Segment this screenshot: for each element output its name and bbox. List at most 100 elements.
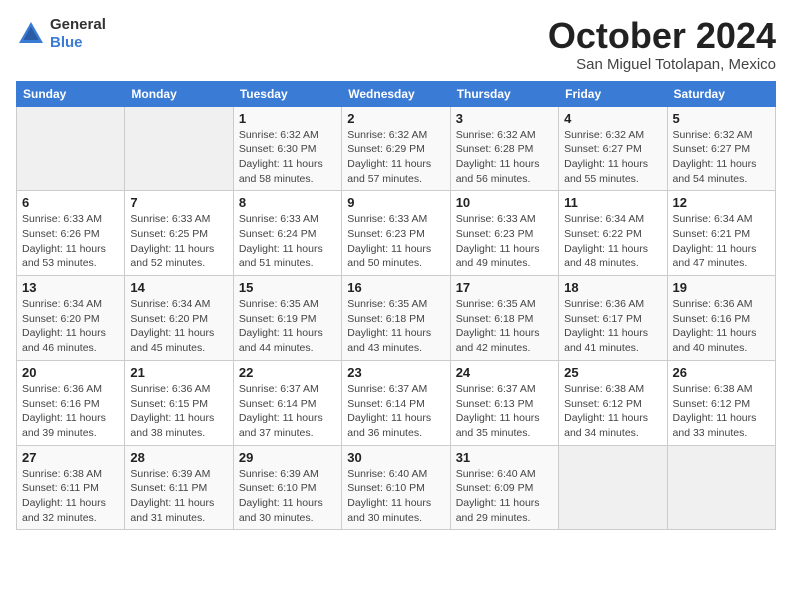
- day-info: Sunrise: 6:36 AM Sunset: 6:16 PM Dayligh…: [673, 297, 770, 356]
- day-info: Sunrise: 6:39 AM Sunset: 6:10 PM Dayligh…: [239, 467, 336, 526]
- calendar-header: SundayMondayTuesdayWednesdayThursdayFrid…: [17, 81, 776, 106]
- day-number: 3: [456, 111, 553, 126]
- day-number: 29: [239, 450, 336, 465]
- header-cell-saturday: Saturday: [667, 81, 775, 106]
- day-number: 10: [456, 195, 553, 210]
- calendar-cell: 4 Sunrise: 6:32 AM Sunset: 6:27 PM Daylig…: [559, 106, 667, 191]
- day-number: 14: [130, 280, 227, 295]
- day-info: Sunrise: 6:32 AM Sunset: 6:30 PM Dayligh…: [239, 128, 336, 187]
- day-info: Sunrise: 6:34 AM Sunset: 6:20 PM Dayligh…: [130, 297, 227, 356]
- logo-blue-text: Blue: [50, 34, 106, 52]
- day-info: Sunrise: 6:38 AM Sunset: 6:12 PM Dayligh…: [564, 382, 661, 441]
- day-info: Sunrise: 6:37 AM Sunset: 6:14 PM Dayligh…: [347, 382, 444, 441]
- day-number: 17: [456, 280, 553, 295]
- calendar-cell: 20 Sunrise: 6:36 AM Sunset: 6:16 PM Dayli…: [17, 360, 125, 445]
- header-cell-sunday: Sunday: [17, 81, 125, 106]
- day-info: Sunrise: 6:36 AM Sunset: 6:17 PM Dayligh…: [564, 297, 661, 356]
- calendar-cell: 9Sunrise: 6:33 AM Sunset: 6:23 PM Daylig…: [342, 191, 450, 276]
- day-number: 6: [22, 195, 119, 210]
- month-title: October 2024: [548, 16, 776, 56]
- calendar-cell: 10 Sunrise: 6:33 AM Sunset: 6:23 PM Dayli…: [450, 191, 558, 276]
- day-info: Sunrise: 6:32 AM Sunset: 6:27 PM Dayligh…: [564, 128, 661, 187]
- day-number: 15: [239, 280, 336, 295]
- calendar-cell: [125, 106, 233, 191]
- day-info: Sunrise: 6:35 AM Sunset: 6:18 PM Dayligh…: [347, 297, 444, 356]
- day-number: 28: [130, 450, 227, 465]
- header-cell-monday: Monday: [125, 81, 233, 106]
- day-number: 30: [347, 450, 444, 465]
- day-info: Sunrise: 6:36 AM Sunset: 6:15 PM Dayligh…: [130, 382, 227, 441]
- calendar-cell: 24 Sunrise: 6:37 AM Sunset: 6:13 PM Dayli…: [450, 360, 558, 445]
- calendar-cell: 18Sunrise: 6:36 AM Sunset: 6:17 PM Dayli…: [559, 276, 667, 361]
- day-info: Sunrise: 6:32 AM Sunset: 6:29 PM Dayligh…: [347, 128, 444, 187]
- calendar-cell: 31 Sunrise: 6:40 AM Sunset: 6:09 PM Dayli…: [450, 445, 558, 530]
- day-info: Sunrise: 6:36 AM Sunset: 6:16 PM Dayligh…: [22, 382, 119, 441]
- calendar-cell: 21 Sunrise: 6:36 AM Sunset: 6:15 PM Dayli…: [125, 360, 233, 445]
- day-number: 16: [347, 280, 444, 295]
- day-info: Sunrise: 6:32 AM Sunset: 6:27 PM Dayligh…: [673, 128, 770, 187]
- day-info: Sunrise: 6:33 AM Sunset: 6:25 PM Dayligh…: [130, 212, 227, 271]
- day-number: 11: [564, 195, 661, 210]
- day-number: 24: [456, 365, 553, 380]
- calendar-cell: 23 Sunrise: 6:37 AM Sunset: 6:14 PM Dayli…: [342, 360, 450, 445]
- day-number: 23: [347, 365, 444, 380]
- header-cell-wednesday: Wednesday: [342, 81, 450, 106]
- calendar-cell: 8Sunrise: 6:33 AM Sunset: 6:24 PM Daylig…: [233, 191, 341, 276]
- location-text: San Miguel Totolapan, Mexico: [548, 56, 776, 73]
- calendar-cell: 3 Sunrise: 6:32 AM Sunset: 6:28 PM Daylig…: [450, 106, 558, 191]
- day-info: Sunrise: 6:34 AM Sunset: 6:22 PM Dayligh…: [564, 212, 661, 271]
- day-info: Sunrise: 6:39 AM Sunset: 6:11 PM Dayligh…: [130, 467, 227, 526]
- calendar-cell: 11 Sunrise: 6:34 AM Sunset: 6:22 PM Dayli…: [559, 191, 667, 276]
- day-number: 21: [130, 365, 227, 380]
- day-info: Sunrise: 6:34 AM Sunset: 6:21 PM Dayligh…: [673, 212, 770, 271]
- calendar-cell: [17, 106, 125, 191]
- day-number: 7: [130, 195, 227, 210]
- day-info: Sunrise: 6:33 AM Sunset: 6:26 PM Dayligh…: [22, 212, 119, 271]
- day-number: 25: [564, 365, 661, 380]
- day-info: Sunrise: 6:38 AM Sunset: 6:12 PM Dayligh…: [673, 382, 770, 441]
- header-cell-tuesday: Tuesday: [233, 81, 341, 106]
- calendar-cell: 30Sunrise: 6:40 AM Sunset: 6:10 PM Dayli…: [342, 445, 450, 530]
- calendar-body: 1Sunrise: 6:32 AM Sunset: 6:30 PM Daylig…: [17, 106, 776, 530]
- title-block: October 2024 San Miguel Totolapan, Mexic…: [548, 16, 776, 73]
- day-number: 27: [22, 450, 119, 465]
- calendar-week-4: 20 Sunrise: 6:36 AM Sunset: 6:16 PM Dayli…: [17, 360, 776, 445]
- day-number: 8: [239, 195, 336, 210]
- day-info: Sunrise: 6:40 AM Sunset: 6:09 PM Dayligh…: [456, 467, 553, 526]
- calendar-cell: 7 Sunrise: 6:33 AM Sunset: 6:25 PM Daylig…: [125, 191, 233, 276]
- calendar-table: SundayMondayTuesdayWednesdayThursdayFrid…: [16, 81, 776, 531]
- day-number: 2: [347, 111, 444, 126]
- day-number: 22: [239, 365, 336, 380]
- calendar-cell: [559, 445, 667, 530]
- header-cell-friday: Friday: [559, 81, 667, 106]
- calendar-cell: 28 Sunrise: 6:39 AM Sunset: 6:11 PM Dayli…: [125, 445, 233, 530]
- calendar-cell: 1Sunrise: 6:32 AM Sunset: 6:30 PM Daylig…: [233, 106, 341, 191]
- day-info: Sunrise: 6:33 AM Sunset: 6:23 PM Dayligh…: [456, 212, 553, 271]
- calendar-week-3: 13 Sunrise: 6:34 AM Sunset: 6:20 PM Dayli…: [17, 276, 776, 361]
- calendar-cell: 14 Sunrise: 6:34 AM Sunset: 6:20 PM Dayli…: [125, 276, 233, 361]
- header-row: SundayMondayTuesdayWednesdayThursdayFrid…: [17, 81, 776, 106]
- day-info: Sunrise: 6:35 AM Sunset: 6:18 PM Dayligh…: [456, 297, 553, 356]
- day-info: Sunrise: 6:35 AM Sunset: 6:19 PM Dayligh…: [239, 297, 336, 356]
- calendar-cell: 19 Sunrise: 6:36 AM Sunset: 6:16 PM Dayli…: [667, 276, 775, 361]
- day-info: Sunrise: 6:34 AM Sunset: 6:20 PM Dayligh…: [22, 297, 119, 356]
- calendar-cell: 22Sunrise: 6:37 AM Sunset: 6:14 PM Dayli…: [233, 360, 341, 445]
- day-number: 31: [456, 450, 553, 465]
- calendar-cell: 17 Sunrise: 6:35 AM Sunset: 6:18 PM Dayli…: [450, 276, 558, 361]
- day-number: 13: [22, 280, 119, 295]
- day-number: 12: [673, 195, 770, 210]
- logo: General Blue: [16, 16, 106, 52]
- calendar-week-1: 1Sunrise: 6:32 AM Sunset: 6:30 PM Daylig…: [17, 106, 776, 191]
- day-info: Sunrise: 6:37 AM Sunset: 6:13 PM Dayligh…: [456, 382, 553, 441]
- day-number: 4: [564, 111, 661, 126]
- logo-icon: [16, 19, 46, 49]
- header-cell-thursday: Thursday: [450, 81, 558, 106]
- day-number: 19: [673, 280, 770, 295]
- calendar-week-2: 6 Sunrise: 6:33 AM Sunset: 6:26 PM Daylig…: [17, 191, 776, 276]
- calendar-week-5: 27Sunrise: 6:38 AM Sunset: 6:11 PM Dayli…: [17, 445, 776, 530]
- calendar-cell: 27Sunrise: 6:38 AM Sunset: 6:11 PM Dayli…: [17, 445, 125, 530]
- day-info: Sunrise: 6:32 AM Sunset: 6:28 PM Dayligh…: [456, 128, 553, 187]
- calendar-cell: 2 Sunrise: 6:32 AM Sunset: 6:29 PM Daylig…: [342, 106, 450, 191]
- day-number: 20: [22, 365, 119, 380]
- calendar-cell: 5Sunrise: 6:32 AM Sunset: 6:27 PM Daylig…: [667, 106, 775, 191]
